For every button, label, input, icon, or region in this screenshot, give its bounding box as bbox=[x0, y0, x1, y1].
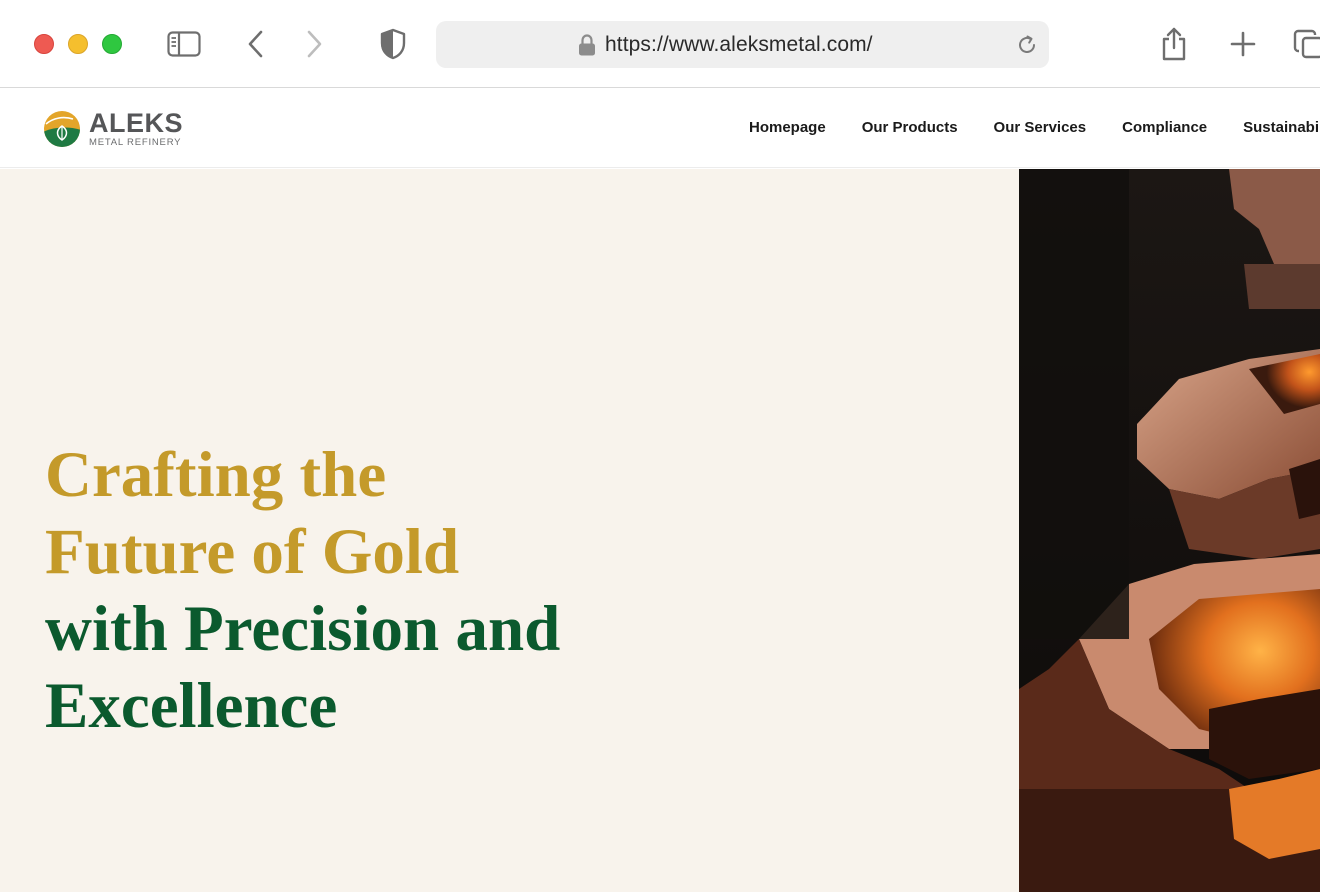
reload-icon[interactable] bbox=[1016, 34, 1038, 56]
zoom-window-button[interactable] bbox=[102, 34, 122, 54]
nav-item-our-services[interactable]: Our Services bbox=[994, 119, 1087, 136]
site-logo[interactable]: ALEKS METAL REFINERY bbox=[43, 109, 183, 149]
share-icon[interactable] bbox=[1156, 26, 1192, 62]
molten-gold-casting-photo bbox=[1019, 169, 1320, 892]
nav-item-homepage[interactable]: Homepage bbox=[749, 119, 826, 136]
logo-name: ALEKS bbox=[89, 108, 184, 139]
browser-toolbar: https://www.aleksmetal.com/ bbox=[0, 0, 1320, 88]
nav-item-our-products[interactable]: Our Products bbox=[862, 119, 958, 136]
hero-headline: Crafting the Future of Gold with Precisi… bbox=[45, 437, 560, 745]
main-nav: Homepage Our Products Our Services Compl… bbox=[749, 119, 1320, 136]
headline-line: Crafting the bbox=[45, 439, 387, 511]
url-text[interactable]: https://www.aleksmetal.com/ bbox=[605, 33, 873, 57]
nav-item-compliance[interactable]: Compliance bbox=[1122, 119, 1207, 136]
sidebar-icon[interactable] bbox=[166, 26, 202, 62]
logo-icon bbox=[44, 111, 80, 147]
close-window-button[interactable] bbox=[34, 34, 54, 54]
headline-line: Future of Gold bbox=[45, 516, 460, 588]
tabs-overview-icon[interactable] bbox=[1290, 26, 1320, 62]
headline-line: Excellence bbox=[45, 670, 338, 742]
minimize-window-button[interactable] bbox=[68, 34, 88, 54]
lock-icon bbox=[578, 34, 596, 56]
new-tab-icon[interactable] bbox=[1225, 26, 1261, 62]
headline-line: with Precision and bbox=[45, 593, 561, 665]
address-bar[interactable]: https://www.aleksmetal.com/ bbox=[436, 21, 1049, 68]
back-icon[interactable] bbox=[238, 26, 274, 62]
logo-subtitle: METAL REFINERY bbox=[89, 137, 182, 149]
hero-image bbox=[1019, 169, 1320, 892]
site-header: ALEKS METAL REFINERY Homepage Our Produc… bbox=[0, 89, 1320, 168]
hero-section: Crafting the Future of Gold with Precisi… bbox=[0, 169, 1019, 892]
nav-item-sustainability[interactable]: Sustainability bbox=[1243, 119, 1320, 136]
shield-icon[interactable] bbox=[375, 26, 411, 62]
forward-icon[interactable] bbox=[296, 26, 332, 62]
